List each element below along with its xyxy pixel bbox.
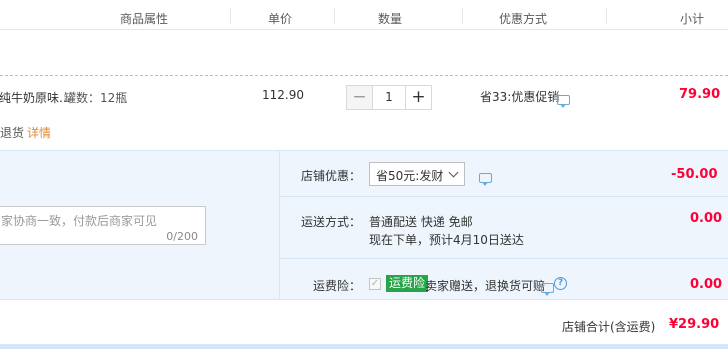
shop-discount-select[interactable]: 省50元:发财	[369, 162, 465, 186]
item-subtotal: 79.90	[679, 87, 721, 102]
comment-icon[interactable]	[557, 92, 570, 108]
col-header-discount: 优惠方式	[498, 12, 548, 26]
col-header-price: 单价	[267, 12, 293, 26]
table-header: 商品属性 单价 数量 优惠方式 小计	[0, 0, 728, 30]
help-icon[interactable]: ?	[554, 277, 567, 290]
shipping-method: 普通配送 快递 免邮	[369, 215, 473, 229]
insurance-checkbox[interactable]: ✓	[369, 278, 381, 290]
shop-discount-selected: 省50元:发财	[376, 169, 444, 183]
col-header-attrs: 商品属性	[119, 12, 169, 26]
shipping-amount: 0.00	[690, 211, 723, 226]
insurance-badge: 运费险	[386, 275, 429, 292]
detail-link[interactable]: 详情	[27, 124, 51, 141]
item-discount: 省33:优惠促销	[480, 90, 560, 104]
header-divider	[334, 8, 335, 24]
qty-minus-button[interactable]: −	[346, 85, 373, 110]
insurance-label: 运费险：	[313, 279, 362, 293]
header-divider	[462, 8, 463, 24]
message-placeholder: 家协商一致，付款后商家可见	[1, 214, 158, 228]
col-header-qty: 数量	[377, 12, 403, 26]
qty-input[interactable]: 1	[373, 85, 405, 110]
col-header-subtotal: 小计	[679, 12, 705, 26]
shipping-eta: 现在下单，预计4月10日送达	[369, 233, 524, 247]
chevron-down-icon	[448, 167, 459, 178]
comment-icon[interactable]	[541, 280, 554, 296]
qty-plus-button[interactable]: +	[405, 85, 432, 110]
comment-icon[interactable]	[479, 170, 492, 186]
bottom-border	[0, 344, 728, 349]
item-spec: 罐数：12瓶	[64, 91, 128, 105]
message-counter: 0/200	[166, 230, 198, 243]
quantity-stepper: − 1 +	[346, 85, 432, 110]
return-text: 退货	[0, 126, 25, 140]
item-unit-price: 112.90	[262, 88, 304, 102]
insurance-desc: 卖家赠送，退换货可赔	[425, 279, 546, 293]
item-title[interactable]: 纯牛奶原味...	[0, 89, 70, 106]
shop-discount-amount: -50.00	[671, 167, 718, 182]
panel-divider	[279, 196, 728, 197]
panel-divider	[279, 258, 728, 259]
shop-discount-label: 店铺优惠：	[301, 169, 362, 183]
header-divider	[230, 8, 231, 24]
shop-total-label: 店铺合计(含运费)	[562, 320, 656, 334]
shop-total-amount: ¥29.90	[669, 317, 720, 332]
shipping-label: 运送方式：	[301, 215, 362, 229]
panel-divider	[279, 150, 280, 299]
header-divider	[606, 8, 607, 24]
buyer-message-input[interactable]: 家协商一致，付款后商家可见 0/200	[0, 206, 206, 245]
insurance-amount: 0.00	[690, 277, 723, 292]
